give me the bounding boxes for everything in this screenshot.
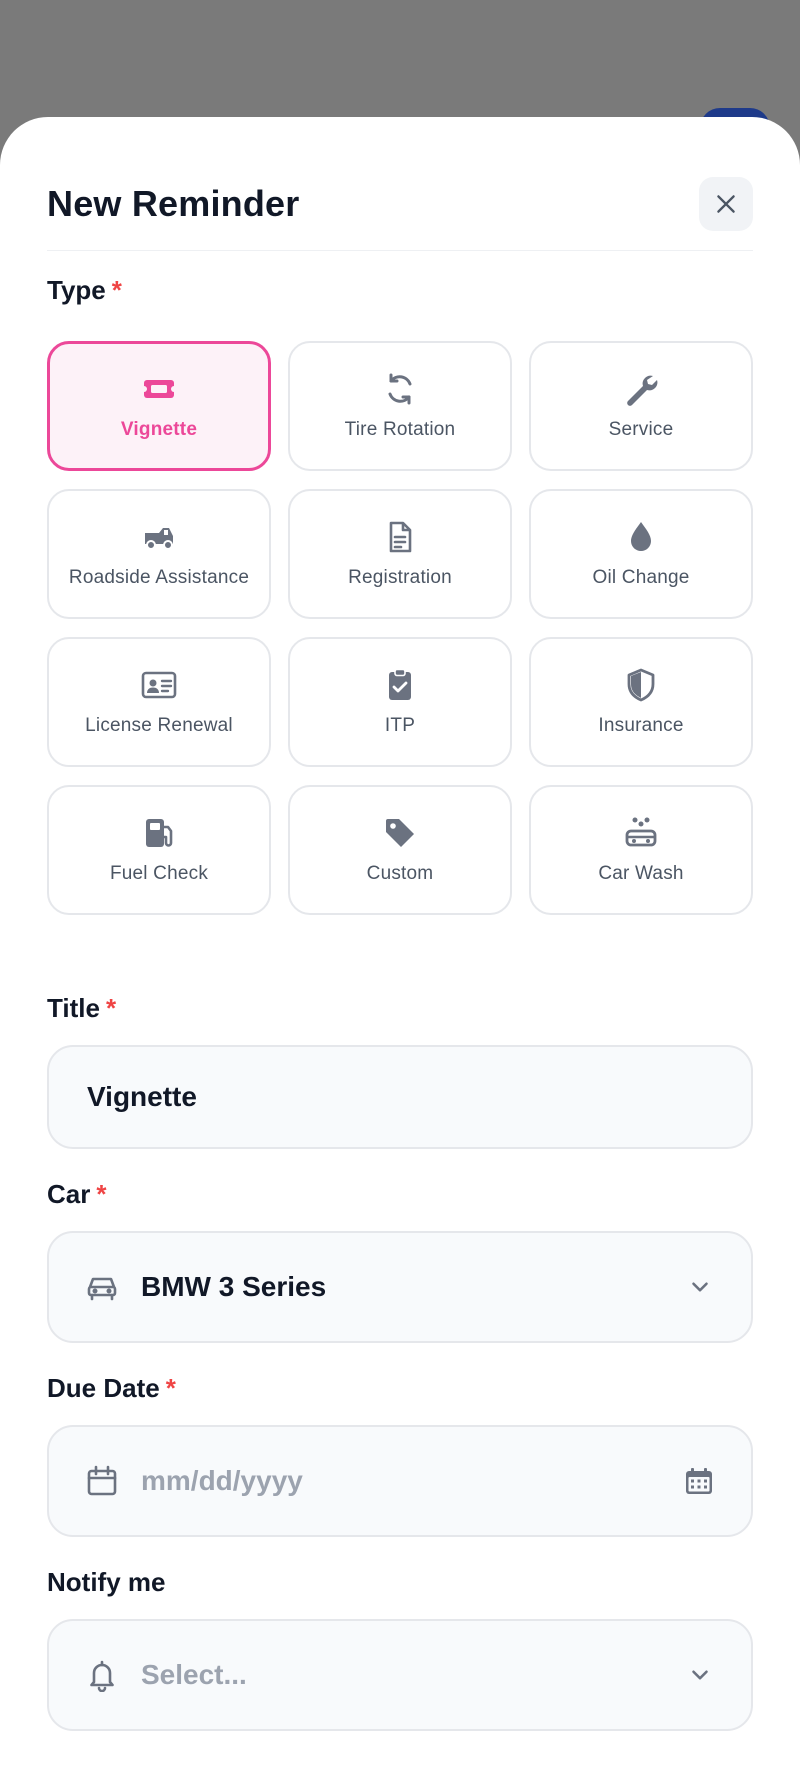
title-label: Title *	[47, 993, 117, 1023]
id-card-icon	[141, 671, 177, 699]
type-option-label: Registration	[348, 567, 452, 588]
document-icon	[389, 521, 412, 553]
wrench-icon	[627, 375, 658, 406]
droplet-icon	[631, 522, 651, 551]
type-option-label: Service	[608, 419, 674, 440]
type-option-service[interactable]: Service	[529, 341, 753, 471]
type-option-fuel-check[interactable]: Fuel Check	[47, 785, 271, 915]
notify-label: Notify me	[47, 1567, 166, 1597]
type-grid: Vignette Tire Rotation Service Roadside …	[47, 341, 753, 915]
type-option-registration[interactable]: Registration	[288, 489, 512, 619]
title-input[interactable]: Vignette	[47, 1045, 753, 1149]
car-icon	[87, 1277, 117, 1301]
type-option-label: Custom	[366, 863, 434, 884]
tag-icon	[386, 819, 414, 847]
rotate-icon	[388, 373, 412, 405]
notify-select[interactable]: Select...	[47, 1619, 753, 1731]
clipboard-check-icon	[389, 668, 411, 700]
car-select-value: BMW 3 Series	[141, 1271, 327, 1302]
type-option-label: Car Wash	[598, 863, 684, 884]
type-option-label: ITP	[384, 715, 416, 736]
type-option-insurance[interactable]: Insurance	[529, 637, 753, 767]
notify-placeholder: Select...	[141, 1659, 247, 1690]
type-option-label: Vignette	[120, 419, 198, 440]
close-icon	[717, 195, 735, 213]
type-option-label: Roadside Assistance	[68, 567, 250, 588]
type-label: Type *	[47, 275, 122, 305]
type-option-label: License Renewal	[85, 715, 233, 736]
type-option-oil-change[interactable]: Oil Change	[529, 489, 753, 619]
fuel-pump-icon	[146, 819, 173, 847]
chevron-down-icon	[692, 1282, 708, 1292]
calendar-picker-icon[interactable]	[683, 1465, 715, 1497]
type-option-label: Insurance	[598, 715, 684, 736]
type-option-tire-rotation[interactable]: Tire Rotation	[288, 341, 512, 471]
type-option-label: Tire Rotation	[344, 419, 456, 440]
type-option-label: Oil Change	[592, 567, 690, 588]
due-date-label: Due Date *	[47, 1373, 176, 1403]
modal-header: New Reminder	[47, 165, 753, 251]
type-option-label: Fuel Check	[109, 863, 209, 884]
tow-truck-icon	[145, 528, 173, 550]
car-label: Car *	[47, 1179, 107, 1209]
type-option-car-wash[interactable]: Car Wash	[529, 785, 753, 915]
bell-icon	[90, 1660, 114, 1692]
car-wash-icon	[625, 817, 657, 847]
title-input-value: Vignette	[87, 1081, 197, 1112]
due-date-placeholder: mm/dd/yyyy	[141, 1465, 303, 1496]
ticket-icon	[141, 380, 177, 398]
type-option-vignette[interactable]: Vignette	[47, 341, 271, 471]
chevron-down-icon	[692, 1670, 708, 1680]
shield-icon	[627, 668, 655, 702]
type-option-roadside-assistance[interactable]: Roadside Assistance	[47, 489, 271, 619]
due-date-input[interactable]: mm/dd/yyyy	[47, 1425, 753, 1537]
type-option-license-renewal[interactable]: License Renewal	[47, 637, 271, 767]
car-select[interactable]: BMW 3 Series	[47, 1231, 753, 1343]
modal-title: New Reminder	[47, 183, 300, 224]
new-reminder-sheet: New Reminder Type * Vignette Tire Rotatio…	[0, 117, 800, 1778]
type-option-custom[interactable]: Custom	[288, 785, 512, 915]
close-button[interactable]	[699, 177, 753, 231]
calendar-icon	[87, 1465, 117, 1496]
type-option-itp[interactable]: ITP	[288, 637, 512, 767]
